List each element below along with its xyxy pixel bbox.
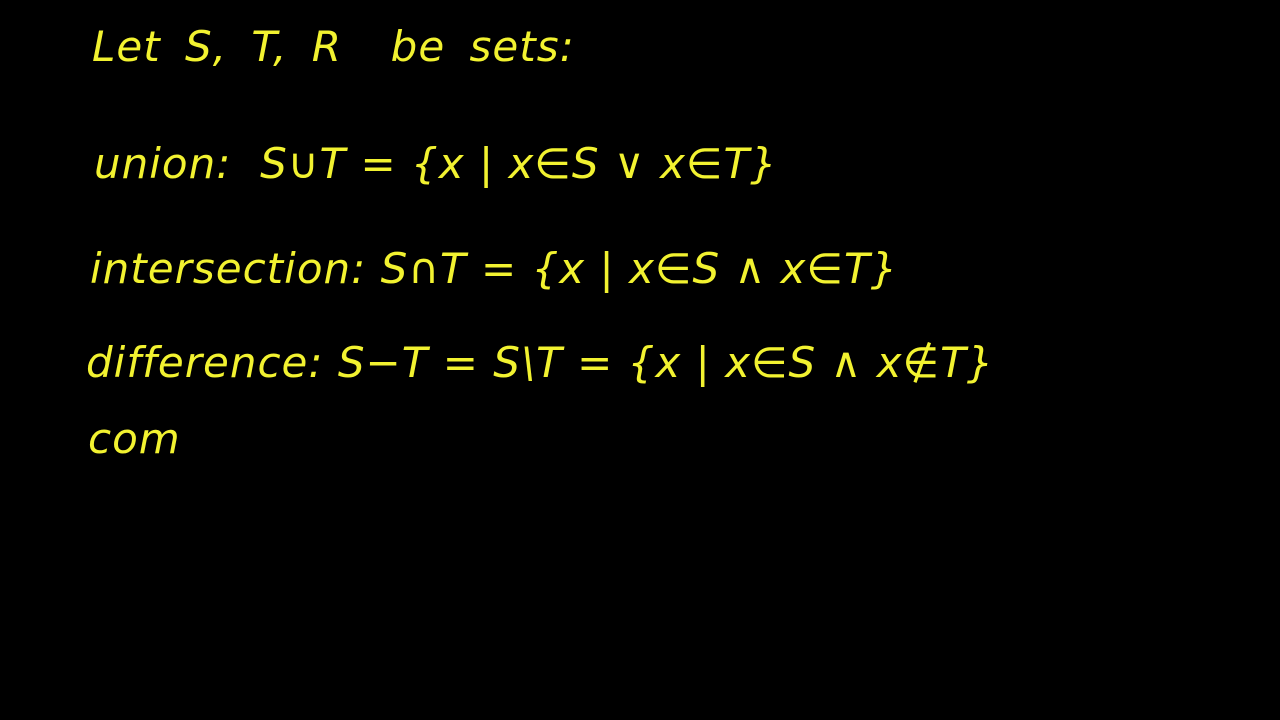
union-definition: union: S∪T = {x | x∈S ∨ x∈T} [94, 139, 778, 188]
complement-partial-line: com [88, 414, 181, 463]
intro-line: Let S, T, R be sets: [92, 22, 575, 71]
intersection-definition: intersection: S∩T = {x | x∈S ∧ x∈T} [90, 244, 899, 293]
difference-definition: difference: S−T = S\T = {x | x∈S ∧ x∉T} [86, 338, 995, 387]
blackboard: Let S, T, R be sets: union: S∪T = {x | x… [0, 0, 1280, 720]
